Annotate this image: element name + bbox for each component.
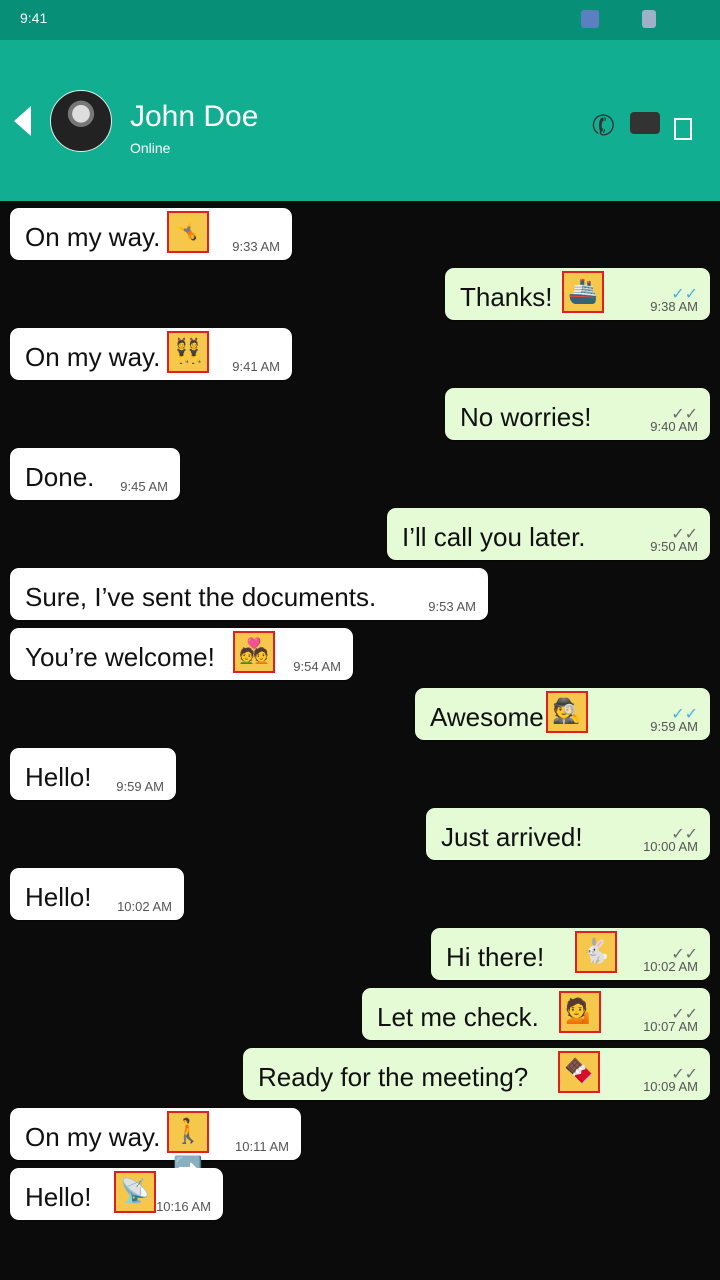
- message-bubble[interactable]: You’re welcome! 💑 9:54 AM: [10, 628, 353, 680]
- message-time: 9:41 AM: [232, 359, 280, 374]
- message-bubble[interactable]: Done. 9:45 AM: [10, 448, 180, 500]
- emoji-sticker: 💁: [559, 991, 601, 1033]
- message-row: Thanks! 🚢 9:38 AM ✓✓: [0, 261, 720, 320]
- message-bubble[interactable]: I’ll call you later. 9:50 AM ✓✓: [387, 508, 710, 560]
- menu-icon[interactable]: [674, 118, 692, 140]
- message-text: Awesome!: [430, 702, 551, 732]
- message-time: 9:45 AM: [120, 479, 168, 494]
- message-row: Hello! 10:02 AM: [0, 861, 720, 920]
- message-text: Done.: [25, 462, 95, 492]
- message-row: Just arrived! 10:00 AM ✓✓: [0, 801, 720, 860]
- message-text: Let me check.: [377, 1002, 539, 1032]
- message-bubble[interactable]: No worries! 9:40 AM ✓✓: [445, 388, 710, 440]
- message-text: Hello!: [25, 762, 92, 792]
- sent-tick-icon: ✓✓: [671, 526, 698, 543]
- message-text: Thanks!: [460, 282, 553, 312]
- message-text: On my way.: [25, 342, 161, 372]
- phone-icon[interactable]: ✆: [587, 107, 620, 144]
- message-bubble[interactable]: On my way.🚶➡️ 10:11 AM: [10, 1108, 301, 1183]
- message-text: Just arrived!: [441, 822, 583, 852]
- emoji-sticker: 🤸: [167, 211, 209, 253]
- chat-header: John Doe Online ✆: [0, 40, 720, 201]
- video-camera-icon[interactable]: [630, 112, 660, 134]
- emoji-sticker: 👯: [167, 331, 209, 373]
- read-tick-icon: ✓✓: [671, 706, 698, 723]
- message-bubble[interactable]: Hello! 10:02 AM: [10, 868, 184, 920]
- message-bubble[interactable]: Just arrived! 10:00 AM ✓✓: [426, 808, 710, 860]
- avatar[interactable]: [50, 90, 112, 152]
- message-text: You’re welcome!: [25, 642, 215, 672]
- message-text: I’ll call you later.: [402, 522, 586, 552]
- emoji-sticker: 🕵: [546, 691, 588, 733]
- message-row: Done. 9:45 AM: [0, 441, 720, 500]
- sent-tick-icon: ✓✓: [671, 1066, 698, 1083]
- message-row: Ready for the meeting? 🍫 10:09 AM ✓✓: [0, 1041, 720, 1100]
- emoji-sticker: 🍫: [558, 1051, 600, 1093]
- message-row: Awesome! 🕵 9:59 AM ✓✓: [0, 681, 720, 740]
- sent-tick-icon: ✓✓: [671, 826, 698, 843]
- message-row: On my way.🚶➡️ 10:11 AM: [0, 1101, 720, 1183]
- message-bubble[interactable]: Ready for the meeting? 🍫 10:09 AM ✓✓: [243, 1048, 710, 1100]
- message-time: 9:59 AM: [116, 779, 164, 794]
- message-row: On my way. 👯 9:41 AM: [0, 321, 720, 380]
- message-row: Hi there! 🐇 10:02 AM ✓✓: [0, 921, 720, 980]
- message-row: Let me check. 💁 10:07 AM ✓✓: [0, 981, 720, 1040]
- emoji-sticker: 💑: [233, 631, 275, 673]
- message-row: I’ll call you later. 9:50 AM ✓✓: [0, 501, 720, 560]
- message-text: No worries!: [460, 402, 592, 432]
- message-time: 9:54 AM: [293, 659, 341, 674]
- message-text: On my way.: [25, 1122, 161, 1152]
- message-bubble[interactable]: Awesome! 🕵 9:59 AM ✓✓: [415, 688, 710, 740]
- message-row: On my way. 🤸 9:33 AM: [0, 201, 720, 260]
- message-time: 10:11 AM: [235, 1139, 289, 1154]
- message-text: Sure, I’ve sent the documents.: [25, 582, 377, 612]
- sent-tick-icon: ✓✓: [671, 406, 698, 423]
- sent-tick-icon: ✓✓: [671, 946, 698, 963]
- sent-tick-icon: ✓✓: [671, 1006, 698, 1023]
- message-bubble[interactable]: Hi there! 🐇 10:02 AM ✓✓: [431, 928, 710, 980]
- message-bubble[interactable]: Let me check. 💁 10:07 AM ✓✓: [362, 988, 710, 1040]
- message-bubble[interactable]: On my way. 👯 9:41 AM: [10, 328, 292, 380]
- message-bubble[interactable]: On my way. 🤸 9:33 AM: [10, 208, 292, 260]
- message-time: 10:02 AM: [117, 899, 172, 914]
- chat-area[interactable]: On my way. 🤸 9:33 AM Thanks! 🚢 9:38 AM ✓✓ On my…: [0, 201, 720, 1280]
- message-text: Hi there!: [446, 942, 545, 972]
- message-row: You’re welcome! 💑 9:54 AM: [0, 621, 720, 680]
- status-time: 9:41: [20, 10, 48, 26]
- message-row: No worries! 9:40 AM ✓✓: [0, 381, 720, 440]
- message-row: Hello! 📡 10:16 AM: [0, 1161, 720, 1220]
- signal-icon: [581, 10, 599, 28]
- back-icon[interactable]: [14, 106, 31, 136]
- message-bubble[interactable]: Hello! 📡 10:16 AM: [10, 1168, 223, 1220]
- message-text: On my way.: [25, 222, 161, 252]
- message-row: Hello! 9:59 AM: [0, 741, 720, 800]
- contact-name[interactable]: John Doe: [130, 100, 258, 134]
- contact-status: Online: [130, 140, 171, 156]
- message-time: 10:16 AM: [156, 1199, 211, 1214]
- emoji-sticker: 📡: [114, 1171, 156, 1213]
- emoji-sticker: 🚶➡️: [167, 1111, 209, 1183]
- message-bubble[interactable]: Thanks! 🚢 9:38 AM ✓✓: [445, 268, 710, 320]
- emoji-sticker: 🚢: [562, 271, 604, 313]
- message-text: Ready for the meeting?: [258, 1062, 529, 1092]
- message-bubble[interactable]: Sure, I’ve sent the documents. 9:53 AM: [10, 568, 488, 620]
- message-time: 9:53 AM: [428, 599, 476, 614]
- read-tick-icon: ✓✓: [671, 286, 698, 303]
- message-text: Hello!: [25, 882, 92, 912]
- battery-icon: [642, 10, 656, 28]
- message-time: 9:33 AM: [232, 239, 280, 254]
- message-text: Hello!: [25, 1182, 92, 1212]
- status-bar: 9:41: [0, 0, 720, 40]
- emoji-sticker: 🐇: [575, 931, 617, 973]
- message-bubble[interactable]: Hello! 9:59 AM: [10, 748, 176, 800]
- message-row: Sure, I’ve sent the documents. 9:53 AM: [0, 561, 720, 620]
